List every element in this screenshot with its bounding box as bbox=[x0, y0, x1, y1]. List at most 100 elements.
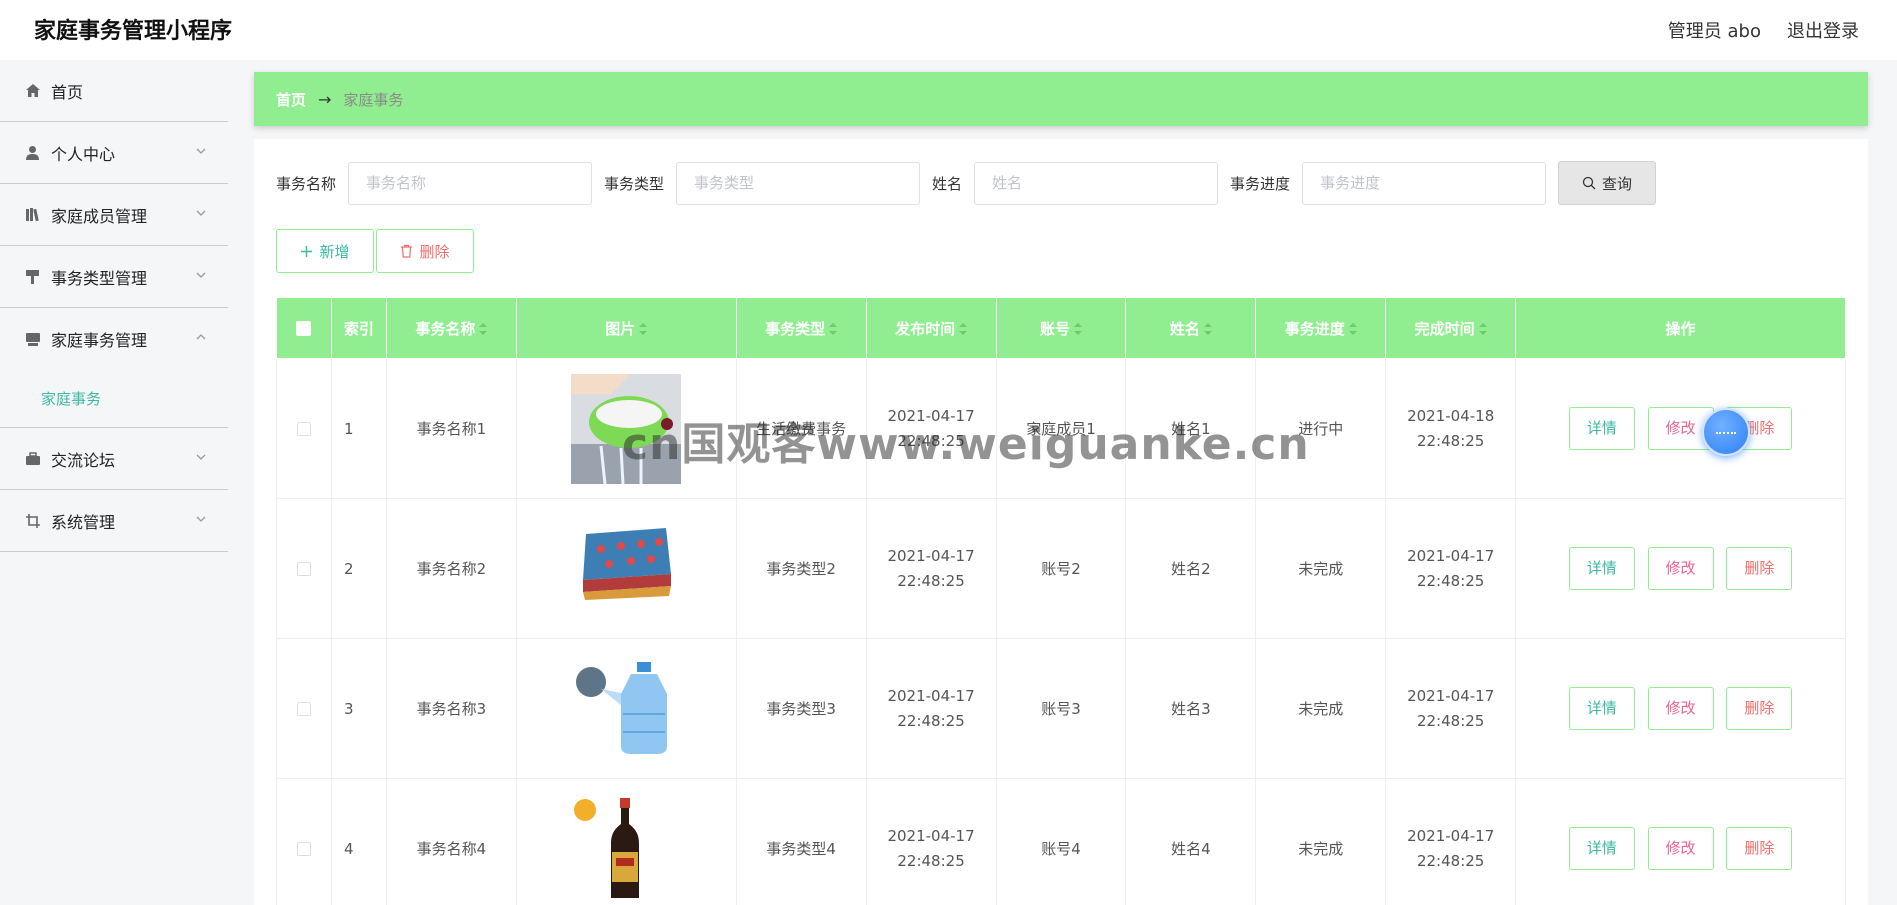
sidebar-item-label: 事务类型管理 bbox=[51, 268, 148, 288]
sidebar-item-forum[interactable]: 交流论坛 bbox=[0, 428, 228, 490]
sidebar-item-family-affairs[interactable]: 家庭事务管理 bbox=[0, 308, 228, 370]
detail-button[interactable]: 详情 bbox=[1568, 827, 1635, 870]
query-button[interactable]: 查询 bbox=[1558, 161, 1657, 205]
trash-icon bbox=[401, 244, 413, 258]
sort-icon[interactable] bbox=[829, 323, 838, 335]
cell-finish-time: 2021-04-17 22:48:25 bbox=[1385, 778, 1517, 905]
sidebar-item-label: 个人中心 bbox=[51, 144, 116, 164]
header-person-name[interactable]: 姓名 bbox=[1125, 297, 1257, 359]
cell-account: 家庭成员1 bbox=[995, 358, 1127, 499]
home-icon bbox=[24, 82, 41, 99]
add-button-label: 新增 bbox=[319, 242, 350, 261]
cell-operations: 详情 修改 删除 bbox=[1515, 638, 1846, 779]
add-button[interactable]: 新增 bbox=[276, 229, 374, 273]
logout-link[interactable]: 退出登录 bbox=[1787, 17, 1859, 43]
cell-image bbox=[515, 638, 737, 779]
header-label: 事务进度 bbox=[1284, 319, 1345, 338]
tray-icon bbox=[24, 331, 41, 348]
breadcrumb-arrow-icon: → bbox=[318, 89, 332, 109]
sidebar-subitem-family-affair[interactable]: 家庭事务 bbox=[0, 370, 228, 428]
affair-type-input[interactable] bbox=[676, 161, 921, 205]
sidebar-item-label: 家庭事务管理 bbox=[51, 331, 148, 350]
affair-name-input[interactable] bbox=[348, 161, 593, 205]
cell-image bbox=[515, 498, 737, 639]
header-label: 完成时间 bbox=[1414, 319, 1475, 338]
table-row: 2 事务名称2 事务类型2 2021-04-17 22:48:25 账号2 姓名… bbox=[276, 498, 1846, 639]
cell-progress: 未完成 bbox=[1255, 638, 1387, 779]
row-checkbox[interactable] bbox=[296, 842, 311, 856]
books-icon bbox=[24, 206, 41, 223]
header-affair-type[interactable]: 事务类型 bbox=[735, 297, 867, 359]
cell-publish-time: 2021-04-17 22:48:25 bbox=[865, 778, 997, 905]
breadcrumb: 首页 → 家庭事务 bbox=[254, 72, 1868, 126]
sidebar-item-affair-types[interactable]: 事务类型管理 bbox=[0, 246, 228, 308]
affair-progress-input[interactable] bbox=[1302, 161, 1547, 205]
edit-button[interactable]: 修改 bbox=[1647, 547, 1714, 590]
cell-operations: 详情 修改 删除 bbox=[1515, 358, 1846, 499]
header-account[interactable]: 账号 bbox=[995, 297, 1127, 359]
table-row: 4 事务名称4 事务类型4 2021-04-17 22:48:25 账号4 姓名… bbox=[276, 778, 1846, 905]
cell-person-name: 姓名3 bbox=[1125, 638, 1257, 779]
header-publish-time[interactable]: 发布时间 bbox=[865, 297, 997, 359]
header-affair-name[interactable]: 事务名称 bbox=[385, 297, 517, 359]
cell-publish-time: 2021-04-17 22:48:25 bbox=[865, 638, 997, 779]
plus-icon bbox=[301, 245, 313, 257]
header-finish-time[interactable]: 完成时间 bbox=[1385, 297, 1517, 359]
delete-button[interactable]: 删除 bbox=[1726, 827, 1793, 870]
sort-icon[interactable] bbox=[1478, 323, 1487, 335]
row-select-cell bbox=[276, 778, 332, 905]
sort-icon[interactable] bbox=[479, 323, 488, 335]
header-image[interactable]: 图片 bbox=[515, 297, 737, 359]
search-label-name: 事务名称 bbox=[276, 174, 337, 193]
cell-finish-time: 2021-04-18 22:48:25 bbox=[1385, 358, 1517, 499]
header-label: 图片 bbox=[605, 319, 636, 338]
sort-icon[interactable] bbox=[959, 323, 968, 335]
batch-delete-button-label: 删除 bbox=[419, 242, 450, 261]
chevron-down-icon bbox=[196, 148, 206, 154]
row-checkbox[interactable] bbox=[296, 702, 311, 716]
delete-button[interactable]: 删除 bbox=[1726, 547, 1793, 590]
sidebar-item-family-members[interactable]: 家庭成员管理 bbox=[0, 184, 228, 246]
header-label: 事务名称 bbox=[415, 319, 476, 338]
row-checkbox[interactable] bbox=[296, 422, 311, 436]
select-all-checkbox[interactable] bbox=[296, 321, 312, 336]
breadcrumb-home[interactable]: 首页 bbox=[276, 89, 306, 110]
edit-button[interactable]: 修改 bbox=[1647, 827, 1714, 870]
soy-sauce-photo bbox=[571, 793, 682, 904]
search-form: 事务名称 事务类型 姓名 事务进度 查询 bbox=[276, 161, 1657, 205]
sort-icon[interactable] bbox=[1203, 323, 1212, 335]
floating-assistant-button[interactable] bbox=[1702, 408, 1750, 456]
edit-button[interactable]: 修改 bbox=[1647, 687, 1714, 730]
detail-button[interactable]: 详情 bbox=[1568, 547, 1635, 590]
person-name-input[interactable] bbox=[974, 161, 1219, 205]
chevron-down-icon bbox=[196, 454, 206, 460]
cell-account: 账号4 bbox=[995, 778, 1127, 905]
row-checkbox[interactable] bbox=[296, 562, 311, 576]
detail-button[interactable]: 详情 bbox=[1568, 687, 1635, 730]
brush-icon bbox=[24, 268, 41, 285]
top-right: 管理员 abo 退出登录 bbox=[1668, 17, 1859, 43]
cell-index: 1 bbox=[330, 358, 387, 499]
cell-finish-time: 2021-04-17 22:48:25 bbox=[1385, 498, 1517, 639]
cell-operations: 详情 修改 删除 bbox=[1515, 498, 1846, 639]
search-label-progress: 事务进度 bbox=[1230, 174, 1291, 193]
sort-icon[interactable] bbox=[1073, 323, 1082, 335]
delete-button[interactable]: 删除 bbox=[1726, 687, 1793, 730]
sort-icon[interactable] bbox=[1348, 323, 1357, 335]
query-button-label: 查询 bbox=[1602, 174, 1633, 193]
cell-affair-type: 生活缴费事务 bbox=[735, 358, 867, 499]
cell-index: 3 bbox=[330, 638, 387, 779]
sort-icon[interactable] bbox=[639, 323, 648, 335]
sidebar-item-home[interactable]: 首页 bbox=[0, 60, 228, 122]
sidebar-item-system[interactable]: 系统管理 bbox=[0, 490, 228, 552]
sidebar-item-personal-center[interactable]: 个人中心 bbox=[0, 122, 228, 184]
cell-affair-type: 事务类型4 bbox=[735, 778, 867, 905]
header-progress[interactable]: 事务进度 bbox=[1255, 297, 1387, 359]
search-label-person: 姓名 bbox=[932, 174, 963, 193]
batch-delete-button[interactable]: 删除 bbox=[376, 229, 474, 273]
detail-button[interactable]: 详情 bbox=[1568, 407, 1635, 450]
cell-account: 账号2 bbox=[995, 498, 1127, 639]
row-select-cell bbox=[276, 358, 332, 499]
header-index: 索引 bbox=[330, 297, 387, 359]
search-icon bbox=[1582, 176, 1596, 190]
